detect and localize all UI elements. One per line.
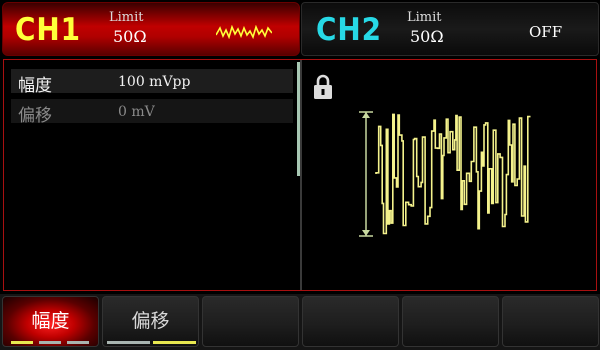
amplitude-guide-arrow	[362, 112, 370, 118]
ch1-tab[interactable]: CH1 Limit 50Ω	[2, 2, 300, 56]
noise-trace	[375, 113, 531, 235]
ch1-limit-label: Limit	[109, 10, 144, 25]
param-value: 100 mVpp	[118, 74, 191, 90]
softkey-bar: 幅度 偏移	[0, 294, 600, 350]
param-row-amplitude[interactable]: 幅度 100 mVpp	[11, 69, 293, 96]
ch2-output-status: OFF	[529, 23, 563, 41]
ch1-name: CH1	[15, 12, 81, 48]
panel-divider	[300, 60, 302, 290]
softkey-offset[interactable]: 偏移	[102, 296, 199, 347]
softkey-5[interactable]	[402, 296, 499, 347]
ch1-impedance: 50Ω	[113, 27, 147, 46]
param-row-offset[interactable]: 偏移 0 mV	[11, 99, 293, 126]
channel-header: CH1 Limit 50Ω CH2 Limit 50Ω OFF	[0, 0, 600, 58]
lock-icon	[314, 74, 332, 99]
ch2-limit-label: Limit	[407, 10, 442, 25]
softkey-label: 偏移	[131, 310, 170, 332]
softkey-indicator	[153, 341, 196, 344]
softkey-label: 幅度	[31, 310, 70, 332]
softkey-amplitude[interactable]: 幅度	[2, 296, 99, 347]
noise-wave-icon	[216, 25, 272, 39]
softkey-indicator	[11, 341, 33, 344]
parameter-panel: 幅度 100 mVpp 偏移 0 mV	[3, 59, 597, 291]
ch2-tab[interactable]: CH2 Limit 50Ω OFF	[301, 2, 599, 56]
noise-waveform-preview	[359, 111, 531, 237]
param-label: 幅度	[18, 76, 52, 96]
softkey-4[interactable]	[302, 296, 399, 347]
param-value: 0 mV	[118, 104, 155, 120]
amplitude-guide-arrow	[362, 230, 370, 236]
softkey-3[interactable]	[202, 296, 299, 347]
softkey-6[interactable]	[502, 296, 599, 347]
ch2-name: CH2	[316, 12, 382, 48]
softkey-indicator	[39, 341, 61, 344]
ch2-impedance: 50Ω	[410, 27, 444, 46]
softkey-indicator	[67, 341, 89, 344]
param-label: 偏移	[18, 106, 52, 126]
softkey-indicator	[107, 341, 150, 344]
